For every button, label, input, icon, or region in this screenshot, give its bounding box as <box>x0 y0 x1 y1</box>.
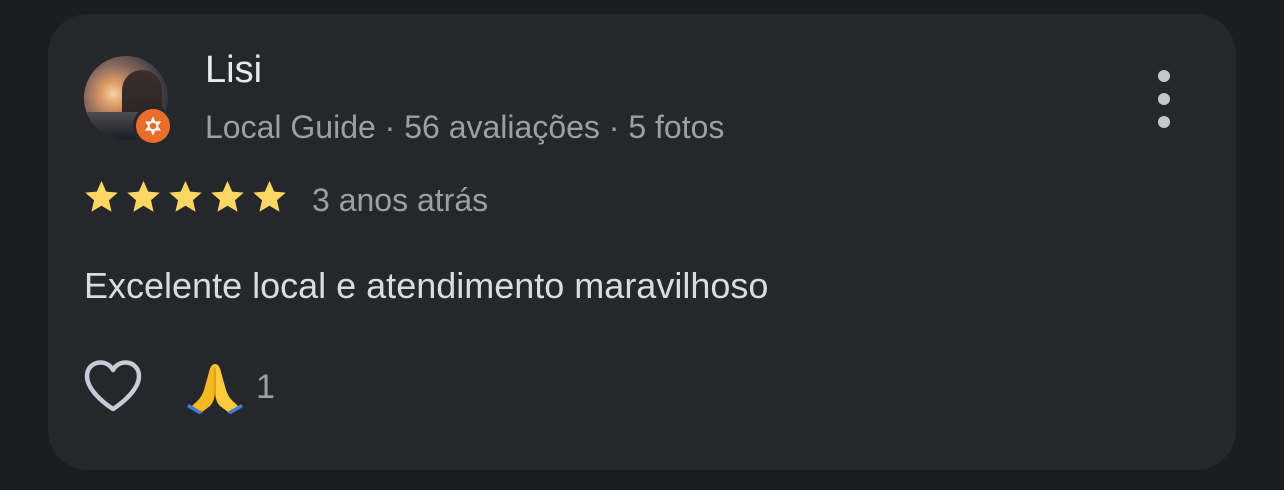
local-guide-badge-icon <box>133 106 173 146</box>
more-options-button[interactable] <box>1148 70 1180 128</box>
star-icon <box>253 180 286 212</box>
more-vertical-icon <box>1158 116 1170 128</box>
reaction-count: 1 <box>256 368 275 406</box>
star-icon <box>85 180 118 212</box>
author-name[interactable]: Lisi <box>205 48 262 92</box>
folded-hands-icon <box>187 364 243 414</box>
author-meta: Local Guide · 56 avaliações · 5 fotos <box>205 109 725 145</box>
more-vertical-icon <box>1158 93 1170 105</box>
star-rating <box>82 178 289 217</box>
like-button[interactable] <box>82 358 144 414</box>
heart-outline-icon <box>84 360 142 412</box>
star-icon <box>169 180 202 212</box>
review-time: 3 anos atrás <box>312 182 489 218</box>
star-icon <box>127 180 160 212</box>
review-text: Excelente local e atendimento maravilhos… <box>84 265 769 306</box>
more-vertical-icon <box>1158 70 1170 82</box>
reaction-summary[interactable]: 1 <box>186 360 275 414</box>
review-card: Lisi Local Guide · 56 avaliações · 5 fot… <box>48 14 1236 470</box>
star-icon <box>211 180 244 212</box>
